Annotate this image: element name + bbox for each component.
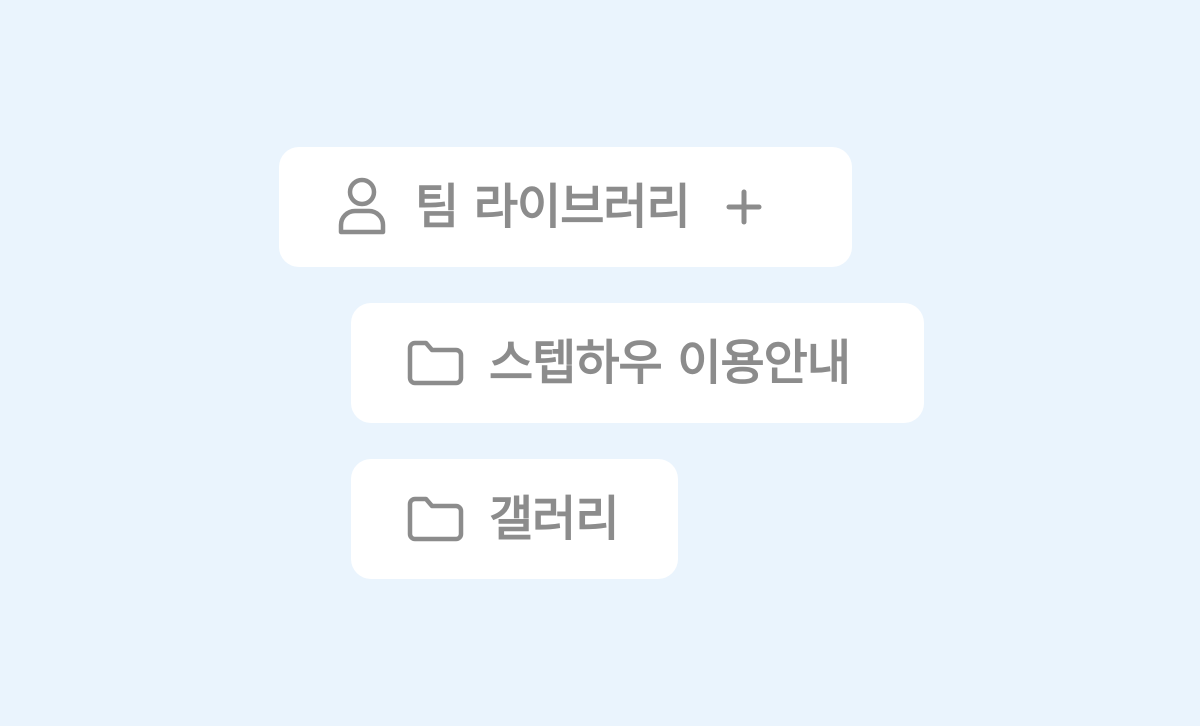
folder-icon: [405, 493, 465, 545]
folder-label: 스텝하우 이용안내: [489, 335, 851, 391]
user-icon: [335, 175, 389, 239]
team-library-label: 팀 라이브러리: [415, 179, 691, 235]
plus-icon[interactable]: [724, 187, 764, 227]
folder-item-guide[interactable]: 스텝하우 이용안내: [351, 303, 924, 423]
team-library-item[interactable]: 팀 라이브러리: [279, 147, 852, 267]
folder-item-gallery[interactable]: 갤러리: [351, 459, 678, 579]
folder-icon: [405, 337, 465, 389]
folder-label: 갤러리: [489, 491, 619, 547]
